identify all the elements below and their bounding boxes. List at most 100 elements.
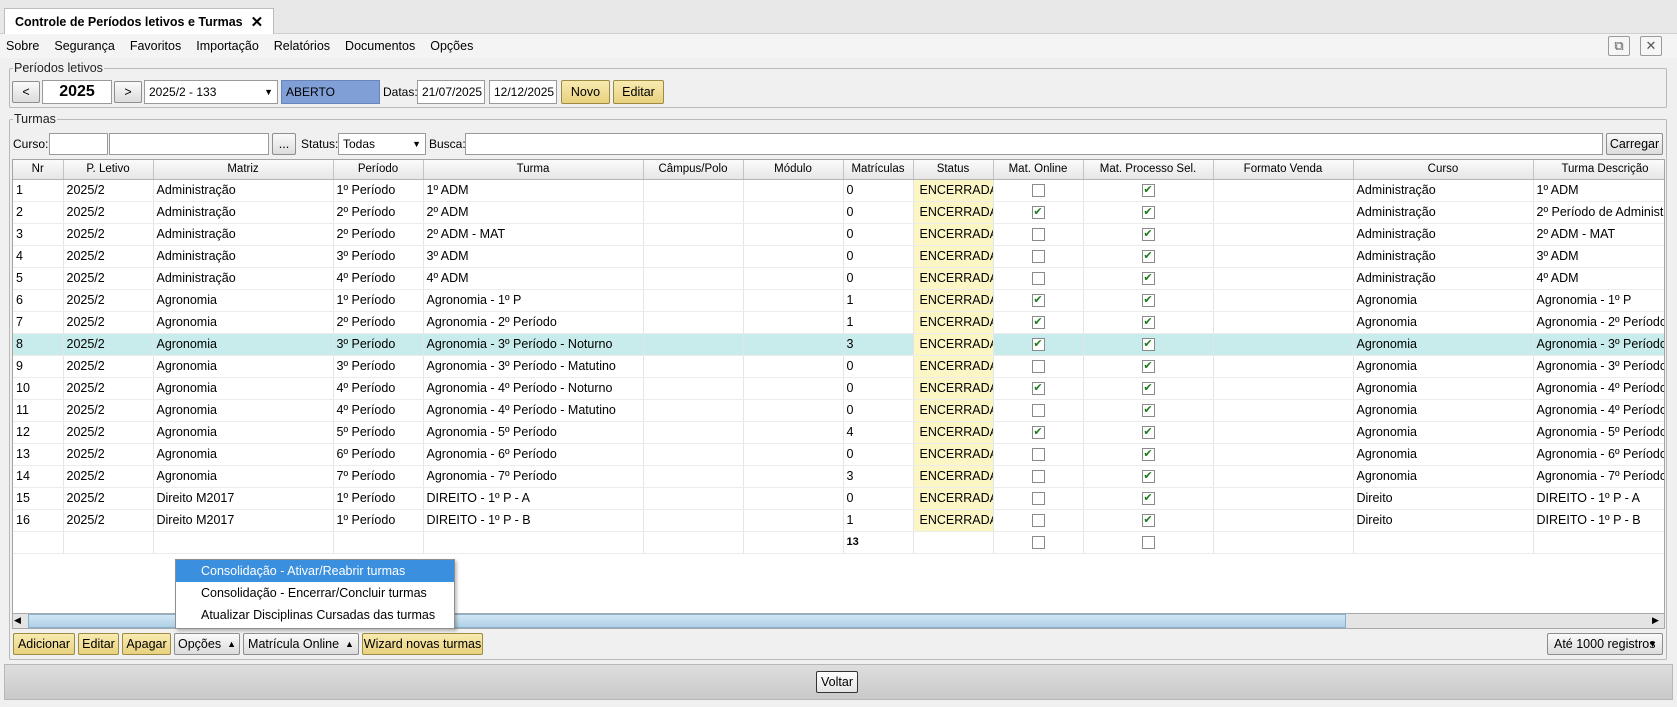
menu-item-atualizar-disciplinas[interactable]: Atualizar Disciplinas Cursadas das turma… [176,604,454,626]
data-fim-field[interactable]: 12/12/2025 [489,80,557,104]
table-row[interactable]: 10 2025/2 Agronomia 4º Período Agronomia - 4… [13,377,1664,400]
curso-name-input[interactable] [109,133,269,155]
column-header-nr[interactable]: Nr [13,160,64,180]
column-header-status[interactable]: Status [913,160,994,180]
checked-checkbox[interactable]: ✔ [1031,426,1045,440]
busca-input[interactable] [465,133,1603,155]
table-row[interactable]: 14 2025/2 Agronomia 7º Período Agronomia - 7… [13,465,1664,488]
table-row[interactable]: 3 2025/2 Administração 2º Período 2º ADM - M… [13,223,1664,246]
unchecked-checkbox[interactable] [1031,184,1045,198]
column-header-campus-polo[interactable]: Câmpus/Polo [643,160,744,180]
table-row[interactable]: 2 2025/2 Administração 2º Período 2º ADM 0 ENC… [13,201,1664,224]
menu-seguranca[interactable]: Segurança [54,39,114,53]
unchecked-checkbox[interactable] [1031,360,1045,374]
wizard-novas-turmas-button[interactable]: Wizard novas turmas [362,633,483,655]
column-header-curso[interactable]: Curso [1353,160,1534,180]
checked-checkbox[interactable]: ✔ [1141,382,1155,396]
checked-checkbox[interactable]: ✔ [1141,272,1155,286]
menu-documentos[interactable]: Documentos [345,39,415,53]
checked-checkbox[interactable]: ✔ [1141,338,1155,352]
column-header-matriculas[interactable]: Matrículas [843,160,914,180]
checked-checkbox[interactable]: ✔ [1141,316,1155,330]
table-row[interactable]: 1 2025/2 Administração 1º Período 1º ADM 0 ENC… [13,179,1664,202]
unchecked-checkbox[interactable] [1031,250,1045,264]
prev-year-button[interactable]: < [12,81,40,103]
unchecked-checkbox[interactable] [1031,272,1045,286]
checked-checkbox[interactable]: ✔ [1141,514,1155,528]
table-row[interactable]: 6 2025/2 Agronomia 1º Período Agronomia - 1º… [13,289,1664,312]
opcoes-dropdown-button[interactable]: Opções ▲ [174,633,240,655]
voltar-button[interactable]: Voltar [816,671,858,693]
table-row[interactable]: 9 2025/2 Agronomia 3º Período Agronomia - 3º… [13,355,1664,378]
unchecked-checkbox[interactable] [1031,470,1045,484]
unchecked-checkbox[interactable] [1031,228,1045,242]
menu-item-ativar-turmas[interactable]: Consolidação - Ativar/Reabrir turmas [176,560,454,582]
close-tab-icon[interactable]: ✕ [251,13,264,31]
table-row[interactable]: 11 2025/2 Agronomia 4º Período Agronomia - 4… [13,399,1664,422]
column-header-turma-descricao[interactable]: Turma Descrição [1533,160,1664,180]
menu-sobre[interactable]: Sobre [6,39,39,53]
menu-item-encerrar-turmas[interactable]: Consolidação - Encerrar/Concluir turmas [176,582,454,604]
table-row[interactable]: 4 2025/2 Administração 3º Período 3º ADM 0 ENC… [13,245,1664,268]
checked-checkbox[interactable]: ✔ [1031,316,1045,330]
menu-relatorios[interactable]: Relatórios [274,39,330,53]
checked-checkbox[interactable]: ✔ [1141,404,1155,418]
checked-checkbox[interactable]: ✔ [1141,250,1155,264]
table-row[interactable]: 12 2025/2 Agronomia 5º Período Agronomia - 5… [13,421,1664,444]
table-row[interactable]: 16 2025/2 Direito M2017 1º Período DIREITO -… [13,509,1664,532]
unchecked-checkbox[interactable] [1031,404,1045,418]
checked-checkbox[interactable]: ✔ [1141,184,1155,198]
checked-checkbox[interactable]: ✔ [1031,338,1045,352]
checked-checkbox[interactable]: ✔ [1141,360,1155,374]
editar-turma-button[interactable]: Editar [78,633,119,655]
next-year-button[interactable]: > [114,81,142,103]
column-header-matriz[interactable]: Matriz [153,160,334,180]
unchecked-checkbox[interactable] [1031,536,1045,550]
checked-checkbox[interactable]: ✔ [1031,294,1045,308]
adicionar-button[interactable]: Adicionar [13,633,75,655]
table-row[interactable]: 5 2025/2 Administração 4º Período 4º ADM 0 ENC… [13,267,1664,290]
apagar-button[interactable]: Apagar [122,633,171,655]
checked-checkbox[interactable]: ✔ [1141,206,1155,220]
status-select[interactable]: Todas ▼ [338,133,426,155]
menu-importacao[interactable]: Importação [196,39,259,53]
column-header-periodo[interactable]: Período [333,160,424,180]
matricula-online-dropdown-button[interactable]: Matrícula Online ▲ [243,633,359,655]
unchecked-checkbox[interactable] [1141,536,1155,550]
checked-checkbox[interactable]: ✔ [1141,228,1155,242]
registros-select[interactable]: Até 1000 registros ▼ [1547,633,1663,655]
scroll-left-icon[interactable]: ◀ [14,615,21,626]
checked-checkbox[interactable]: ✔ [1141,294,1155,308]
tab-controle-periodos[interactable]: Controle de Períodos letivos e Turmas ✕ [4,8,275,34]
checked-checkbox[interactable]: ✔ [1141,470,1155,484]
column-header-modulo[interactable]: Módulo [743,160,844,180]
table-row[interactable]: 15 2025/2 Direito M2017 1º Período DIREITO -… [13,487,1664,510]
curso-code-input[interactable] [49,133,108,155]
checked-checkbox[interactable]: ✔ [1031,382,1045,396]
editar-periodo-button[interactable]: Editar [613,80,664,104]
unchecked-checkbox[interactable] [1031,448,1045,462]
scroll-right-icon[interactable]: ▶ [1652,615,1659,626]
table-row[interactable]: 8 2025/2 Agronomia 3º Período Agronomia - 3º… [13,333,1664,356]
table-row[interactable]: 13 2025/2 Agronomia 6º Período Agronomia - 6… [13,443,1664,466]
browse-curso-button[interactable]: ... [272,133,296,155]
column-header-formato-venda[interactable]: Formato Venda [1213,160,1354,180]
menu-favoritos[interactable]: Favoritos [130,39,181,53]
column-header-p-letivo[interactable]: P. Letivo [63,160,154,180]
periodo-select[interactable]: 2025/2 - 133 ▼ [144,80,278,104]
unchecked-checkbox[interactable] [1031,514,1045,528]
column-header-turma[interactable]: Turma [423,160,644,180]
year-field[interactable]: 2025 [42,80,112,104]
checked-checkbox[interactable]: ✔ [1031,206,1045,220]
column-header-mat-processo-sel[interactable]: Mat. Processo Sel. [1083,160,1214,180]
novo-periodo-button[interactable]: Novo [561,80,610,104]
menu-opcoes[interactable]: Opções [430,39,473,53]
unchecked-checkbox[interactable] [1031,492,1045,506]
close-window-icon[interactable]: ✕ [1640,36,1662,56]
table-row[interactable]: 7 2025/2 Agronomia 2º Período Agronomia - 2º… [13,311,1664,334]
checked-checkbox[interactable]: ✔ [1141,426,1155,440]
column-header-mat-online[interactable]: Mat. Online [993,160,1084,180]
carregar-button[interactable]: Carregar [1606,133,1663,155]
checked-checkbox[interactable]: ✔ [1141,448,1155,462]
external-window-icon[interactable]: ⧉ [1608,36,1630,56]
